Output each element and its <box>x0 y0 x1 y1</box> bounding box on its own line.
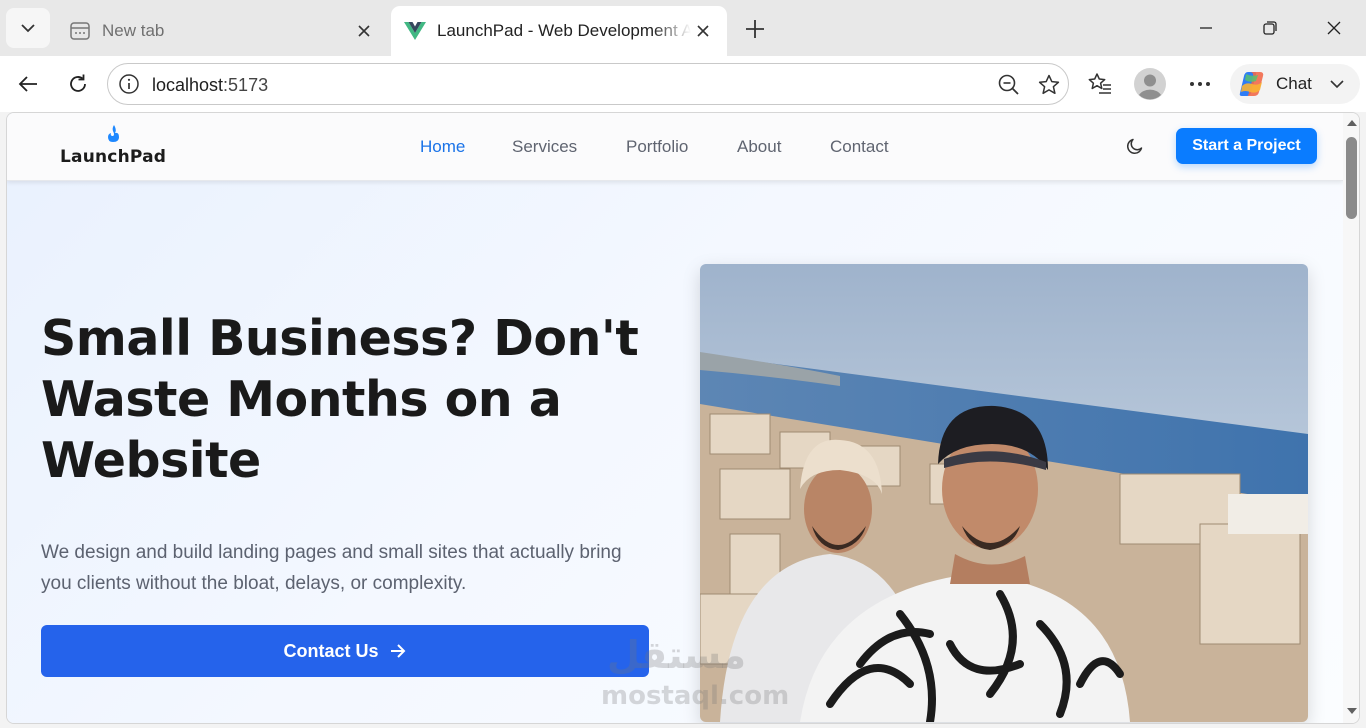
close-tab-icon[interactable] <box>352 19 376 43</box>
start-project-button[interactable]: Start a Project <box>1176 128 1317 164</box>
tab-new-tab[interactable]: New tab <box>56 6 388 56</box>
nav-link-home[interactable]: Home <box>420 137 465 157</box>
browser-toolbar: localhost:5173 Chat <box>0 56 1366 112</box>
page-scrollbar[interactable] <box>1343 113 1359 723</box>
refresh-button[interactable] <box>58 64 98 104</box>
url-text: localhost:5173 <box>152 75 268 96</box>
favorites-button[interactable] <box>1080 64 1120 104</box>
tab-title: New tab <box>102 21 165 40</box>
contact-us-button[interactable]: Contact Us <box>41 625 649 677</box>
close-window-button[interactable] <box>1302 0 1366 56</box>
site-info-icon[interactable] <box>118 73 140 95</box>
flame-logo-icon <box>108 125 119 142</box>
close-tab-icon[interactable] <box>691 19 715 43</box>
plus-icon <box>746 20 764 38</box>
favorite-star-icon[interactable] <box>1036 72 1062 98</box>
chevron-down-icon <box>21 24 35 33</box>
back-arrow-icon <box>18 76 37 92</box>
moon-icon <box>1127 138 1143 154</box>
minimize-button[interactable] <box>1174 0 1238 56</box>
tab-title: LaunchPad - Web Development Agency <box>437 21 691 40</box>
tab-launchpad[interactable]: LaunchPad - Web Development Agency <box>391 6 727 56</box>
chevron-down-icon[interactable] <box>1328 75 1346 93</box>
contact-us-label: Contact Us <box>283 640 379 661</box>
arrow-right-icon <box>389 642 407 660</box>
site-header: LaunchPad Home Services Portfolio About … <box>7 113 1343 181</box>
settings-more-button[interactable] <box>1180 64 1220 104</box>
hero-subtitle: We design and build landing pages and sm… <box>41 542 622 594</box>
more-horizontal-icon <box>1190 82 1210 86</box>
address-bar[interactable]: localhost:5173 <box>107 63 1069 105</box>
hero-title: Small Business? Don't Waste Months on a … <box>41 310 639 489</box>
scroll-down-arrow-icon[interactable] <box>1347 707 1357 715</box>
hero-team-photo <box>700 264 1308 722</box>
url-port: :5173 <box>223 75 269 95</box>
restore-icon <box>1263 21 1277 35</box>
back-button[interactable] <box>8 64 48 104</box>
vue-logo-icon <box>403 19 427 43</box>
scroll-up-arrow-icon[interactable] <box>1347 119 1357 127</box>
profile-button[interactable] <box>1130 64 1170 104</box>
restore-button[interactable] <box>1238 0 1302 56</box>
zoom-icon[interactable] <box>996 72 1022 98</box>
dark-mode-toggle[interactable] <box>1124 135 1146 157</box>
new-tab-page-icon <box>68 19 92 43</box>
tab-actions-menu-button[interactable] <box>6 8 50 48</box>
favorites-list-icon <box>1088 73 1111 94</box>
nav-link-contact[interactable]: Contact <box>830 137 889 157</box>
close-icon <box>1327 21 1341 35</box>
avatar-icon <box>1134 68 1166 100</box>
site-logo[interactable]: LaunchPad <box>60 125 180 169</box>
page-viewport: LaunchPad Home Services Portfolio About … <box>6 112 1360 724</box>
logo-text: LaunchPad <box>60 147 167 167</box>
nav-link-portfolio[interactable]: Portfolio <box>626 137 688 157</box>
nav-link-about[interactable]: About <box>737 137 781 157</box>
new-tab-button[interactable] <box>738 12 772 46</box>
scrollbar-thumb[interactable] <box>1346 137 1357 219</box>
minimize-icon <box>1200 27 1212 29</box>
tab-strip: New tab LaunchPad - Web Development Agen… <box>0 0 1366 56</box>
refresh-icon <box>70 74 86 92</box>
nav-link-services[interactable]: Services <box>512 137 577 157</box>
copilot-logo-icon <box>1239 72 1264 96</box>
landing-page: LaunchPad Home Services Portfolio About … <box>7 113 1343 723</box>
copilot-chat-button[interactable]: Chat <box>1230 64 1360 104</box>
url-host: localhost <box>152 75 224 95</box>
copilot-label: Chat <box>1276 74 1312 93</box>
